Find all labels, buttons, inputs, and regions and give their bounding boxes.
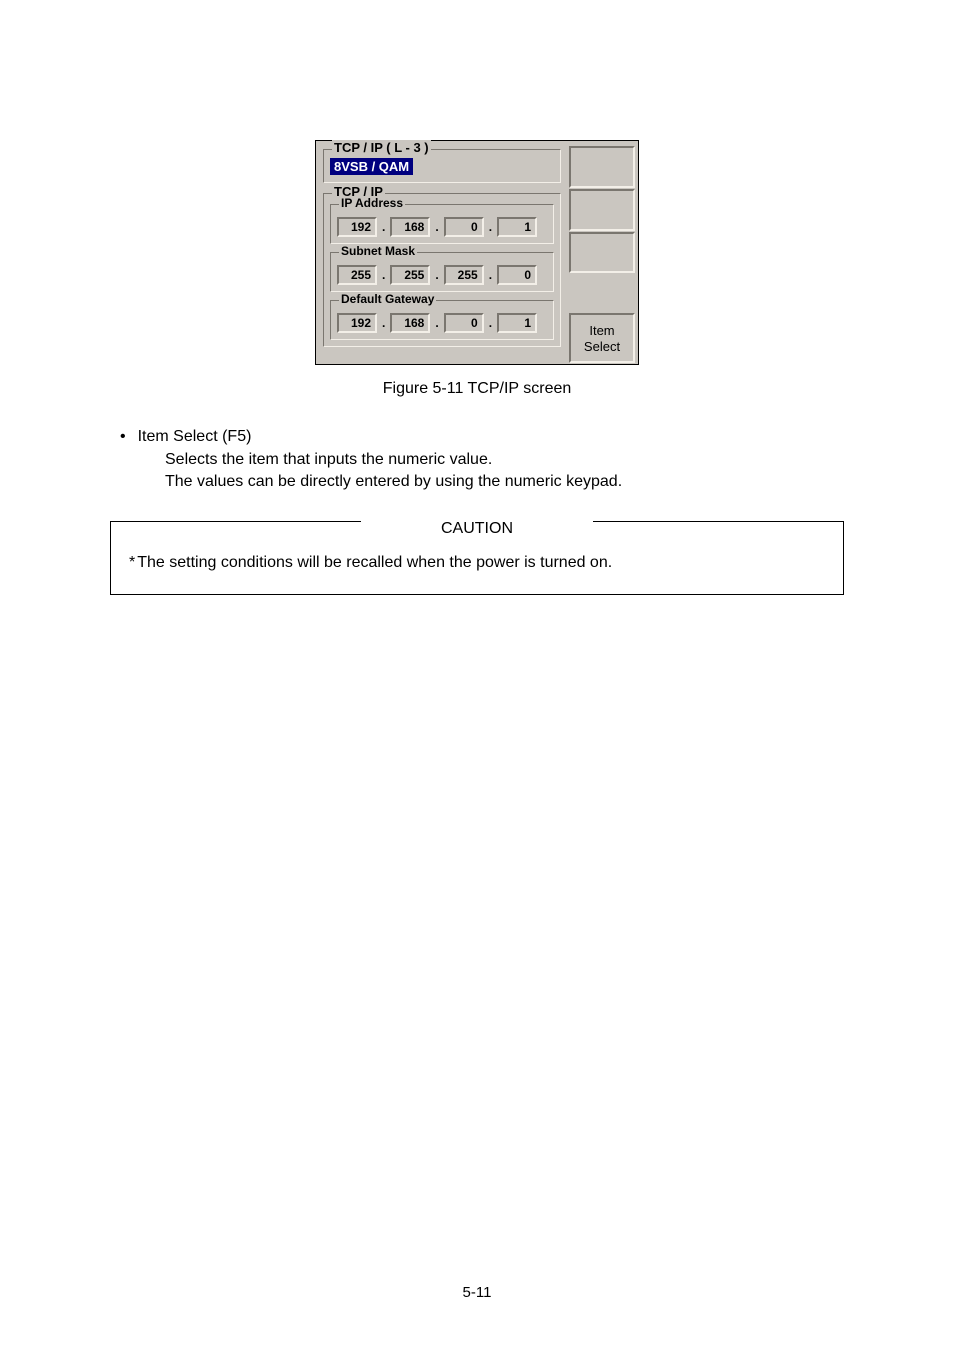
tcpip-screenshot: TCP / IP ( L - 3 ) 8VSB / QAM TCP / IP I… — [315, 140, 639, 365]
ip-address-label: IP Address — [339, 196, 405, 210]
ip-dot: . — [434, 220, 439, 234]
side-slot-2 — [569, 189, 635, 231]
selected-8vsb-qam[interactable]: 8VSB / QAM — [330, 158, 413, 175]
bullet-title: Item Select (F5) — [138, 428, 252, 446]
item-select-line1: Item — [571, 323, 633, 339]
ip-dot: . — [381, 316, 386, 330]
ip-dot: . — [488, 316, 493, 330]
caution-box: CAUTION *The setting conditions will be … — [110, 521, 844, 595]
ip-dot: . — [488, 268, 493, 282]
page: TCP / IP ( L - 3 ) 8VSB / QAM TCP / IP I… — [0, 0, 954, 1351]
mask-octet-4[interactable]: 0 — [497, 265, 537, 285]
ip-octet-4[interactable]: 1 — [497, 217, 537, 237]
ip-octet-3[interactable]: 0 — [444, 217, 484, 237]
screenshot-side-buttons: Item Select — [567, 145, 637, 363]
gw-octet-3[interactable]: 0 — [444, 313, 484, 333]
group-ip-address: IP Address 192 . 168 . 0 . 1 — [330, 204, 554, 244]
caution-label-wrap: CAUTION — [111, 520, 843, 538]
group-subnet-mask: Subnet Mask 255 . 255 . 255 . 0 — [330, 252, 554, 292]
body-line-2: The values can be directly entered by us… — [165, 473, 844, 491]
side-slot-3 — [569, 232, 635, 274]
ip-dot: . — [434, 268, 439, 282]
ip-dot: . — [381, 220, 386, 234]
screenshot-container: TCP / IP ( L - 3 ) 8VSB / QAM TCP / IP I… — [110, 140, 844, 365]
ip-dot: . — [381, 268, 386, 282]
screenshot-main-panel: TCP / IP ( L - 3 ) 8VSB / QAM TCP / IP I… — [317, 145, 567, 363]
mask-octet-2[interactable]: 255 — [390, 265, 430, 285]
subnet-mask-row: 255 . 255 . 255 . 0 — [337, 265, 547, 285]
ip-dot: . — [488, 220, 493, 234]
body-line-1: Selects the item that inputs the numeric… — [165, 451, 844, 469]
group-tcpip-l3: TCP / IP ( L - 3 ) 8VSB / QAM — [323, 149, 561, 183]
default-gateway-row: 192 . 168 . 0 . 1 — [337, 313, 547, 333]
gw-octet-4[interactable]: 1 — [497, 313, 537, 333]
caution-line: *The setting conditions will be recalled… — [129, 554, 825, 572]
item-select-line2: Select — [571, 339, 633, 355]
side-slot-1 — [569, 146, 635, 188]
gw-octet-1[interactable]: 192 — [337, 313, 377, 333]
ip-address-row: 192 . 168 . 0 . 1 — [337, 217, 547, 237]
item-select-button[interactable]: Item Select — [569, 313, 635, 363]
default-gateway-label: Default Gateway — [339, 292, 436, 306]
gw-octet-2[interactable]: 168 — [390, 313, 430, 333]
side-slot-4 — [569, 274, 635, 312]
group-default-gateway: Default Gateway 192 . 168 . 0 . 1 — [330, 300, 554, 340]
ip-octet-2[interactable]: 168 — [390, 217, 430, 237]
ip-octet-1[interactable]: 192 — [337, 217, 377, 237]
caution-text: The setting conditions will be recalled … — [137, 554, 612, 571]
mask-octet-1[interactable]: 255 — [337, 265, 377, 285]
page-number: 5-11 — [0, 1284, 954, 1301]
ip-dot: . — [434, 316, 439, 330]
figure-caption: Figure 5-11 TCP/IP screen — [110, 380, 844, 398]
mask-octet-3[interactable]: 255 — [444, 265, 484, 285]
bullet-item: • Item Select (F5) — [120, 428, 844, 446]
bullet-dot: • — [120, 428, 138, 446]
caution-label: CAUTION — [361, 520, 593, 538]
asterisk-icon: * — [129, 554, 135, 571]
group-tcpip: TCP / IP IP Address 192 . 168 . 0 . 1 — [323, 193, 561, 347]
subnet-mask-label: Subnet Mask — [339, 244, 417, 258]
group-tcpip-l3-legend: TCP / IP ( L - 3 ) — [332, 140, 431, 155]
